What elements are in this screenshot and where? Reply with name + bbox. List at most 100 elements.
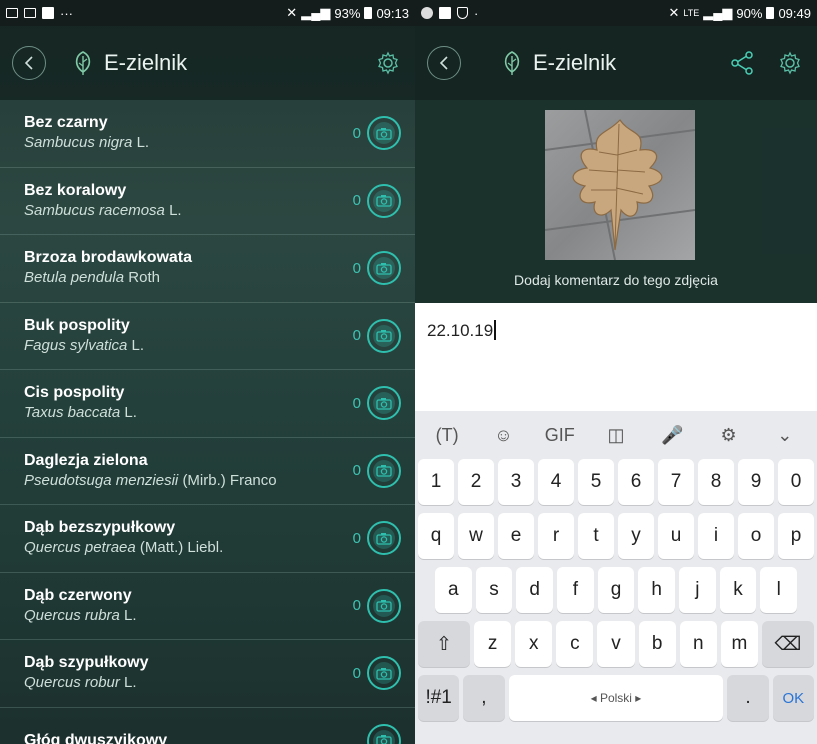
keyboard-toolbar-item[interactable]: GIF	[540, 425, 580, 446]
number-row: 1234567890	[415, 459, 817, 505]
symbols-key[interactable]: !#1	[418, 675, 460, 721]
key[interactable]: a	[435, 567, 472, 613]
key[interactable]: 9	[738, 459, 774, 505]
plant-row[interactable]: Bez czarny Sambucus nigra L. 0	[0, 100, 415, 168]
key[interactable]: k	[719, 567, 757, 613]
camera-button[interactable]	[367, 656, 401, 691]
key[interactable]: i	[698, 513, 734, 559]
key[interactable]: l	[760, 567, 798, 613]
key[interactable]: p	[778, 513, 814, 559]
comma-key[interactable]: ,	[463, 675, 505, 721]
plant-common-name: Daglezja zielona	[24, 451, 148, 469]
key[interactable]: x	[515, 621, 553, 667]
settings-button[interactable]	[373, 48, 403, 78]
keyboard-toolbar-item[interactable]: ⌄	[765, 425, 805, 446]
plant-row[interactable]: Buk pospolity Fagus sylvatica L. 0	[0, 303, 415, 370]
key[interactable]: e	[498, 513, 534, 559]
key[interactable]: d	[516, 567, 554, 613]
backspace-key[interactable]: ⌫	[761, 621, 814, 667]
camera-button[interactable]	[367, 318, 401, 353]
back-button[interactable]	[427, 46, 461, 80]
plant-latin-name: Betula pendula Roth	[24, 268, 353, 288]
key[interactable]: w	[458, 513, 494, 559]
camera-icon	[376, 600, 392, 612]
shield-notification-icon	[457, 7, 468, 19]
key[interactable]: s	[475, 567, 513, 613]
key[interactable]: v	[597, 621, 635, 667]
key[interactable]: z	[474, 621, 512, 667]
keyboard-toolbar-item[interactable]: (T)	[427, 425, 467, 446]
plant-row[interactable]: Daglezja zielona Pseudotsuga menziesii (…	[0, 438, 415, 505]
key[interactable]: t	[578, 513, 614, 559]
plant-species: Quercus robur	[24, 674, 120, 692]
key[interactable]: r	[538, 513, 574, 559]
key[interactable]: u	[658, 513, 694, 559]
period-key[interactable]: .	[727, 675, 769, 721]
plant-latin-name: Quercus robur L.	[24, 673, 353, 693]
key[interactable]: j	[679, 567, 716, 613]
keyboard-toolbar-item[interactable]: 🎤	[652, 425, 692, 446]
camera-button[interactable]	[367, 453, 401, 488]
notification-icon	[42, 7, 54, 19]
keyboard-toolbar-item[interactable]: ☺	[483, 425, 523, 446]
key[interactable]: g	[597, 567, 635, 613]
keyboard-toolbar-item[interactable]: ⚙	[709, 425, 749, 446]
key[interactable]: 0	[778, 459, 814, 505]
camera-button[interactable]	[367, 386, 401, 421]
camera-button[interactable]	[367, 588, 401, 623]
key[interactable]: 8	[698, 459, 734, 505]
camera-icon	[376, 262, 392, 275]
key[interactable]: 2	[458, 459, 494, 505]
key[interactable]: q	[418, 513, 454, 559]
plant-row[interactable]: Głóg dwuszyjkowy	[0, 708, 415, 744]
camera-button[interactable]	[367, 251, 401, 286]
plant-species: Sambucus racemosa	[24, 201, 165, 219]
plant-row[interactable]: Brzoza brodawkowata Betula pendula Roth …	[0, 235, 415, 303]
key[interactable]: 5	[578, 459, 614, 505]
plant-text: Bez koralowy Sambucus racemosa L.	[24, 181, 353, 221]
plant-species: Sambucus nigra	[24, 134, 133, 152]
plant-row[interactable]: Dąb szypułkowy Quercus robur L. 0	[0, 640, 415, 708]
share-button[interactable]	[727, 48, 757, 78]
settings-button[interactable]	[775, 48, 805, 78]
key[interactable]: b	[638, 621, 676, 667]
key[interactable]: c	[556, 621, 594, 667]
key[interactable]: h	[638, 567, 676, 613]
key[interactable]: m	[720, 621, 758, 667]
clock: 09:13	[376, 5, 409, 21]
photo-count: 0	[352, 259, 361, 277]
back-button[interactable]	[12, 46, 46, 80]
key[interactable]: 4	[538, 459, 574, 505]
ok-key[interactable]: OK	[772, 675, 814, 721]
key[interactable]: 6	[618, 459, 654, 505]
key[interactable]: o	[738, 513, 774, 559]
plant-author: L.	[169, 201, 182, 219]
plant-row[interactable]: Dąb czerwony Quercus rubra L. 0	[0, 573, 415, 640]
signal-icon: ▂▄▆	[703, 5, 733, 20]
mute-icon: ✕	[668, 5, 680, 20]
plant-latin-name: Quercus petraea (Matt.) Liebl.	[24, 538, 353, 558]
key[interactable]: 7	[658, 459, 694, 505]
key[interactable]: n	[679, 621, 717, 667]
plant-row[interactable]: Cis pospolity Taxus baccata L. 0	[0, 370, 415, 438]
key[interactable]: f	[557, 567, 594, 613]
leaf-photo[interactable]	[545, 110, 695, 260]
shift-key[interactable]: ⇧	[418, 621, 470, 667]
camera-button[interactable]	[367, 183, 401, 218]
camera-button[interactable]	[367, 521, 401, 556]
key[interactable]: y	[618, 513, 654, 559]
space-key[interactable]: ◂ Polski ▸	[508, 675, 724, 721]
plant-author: (Mirb.) Franco	[182, 471, 277, 489]
plant-species: Taxus baccata	[24, 404, 121, 422]
camera-button[interactable]	[367, 116, 401, 151]
clock: 09:49	[778, 5, 811, 21]
key[interactable]: 3	[498, 459, 534, 505]
camera-button[interactable]	[367, 723, 401, 744]
app-bar: E-zielnik	[0, 26, 415, 100]
plant-row[interactable]: Dąb bezszypułkowy Quercus petraea (Matt.…	[0, 505, 415, 573]
key[interactable]: 1	[418, 459, 454, 505]
plant-species: Quercus rubra	[24, 606, 120, 624]
comment-field[interactable]: 22.10.19	[415, 303, 817, 411]
keyboard-toolbar-item[interactable]: ◫	[596, 425, 636, 446]
plant-row[interactable]: Bez koralowy Sambucus racemosa L. 0	[0, 168, 415, 235]
